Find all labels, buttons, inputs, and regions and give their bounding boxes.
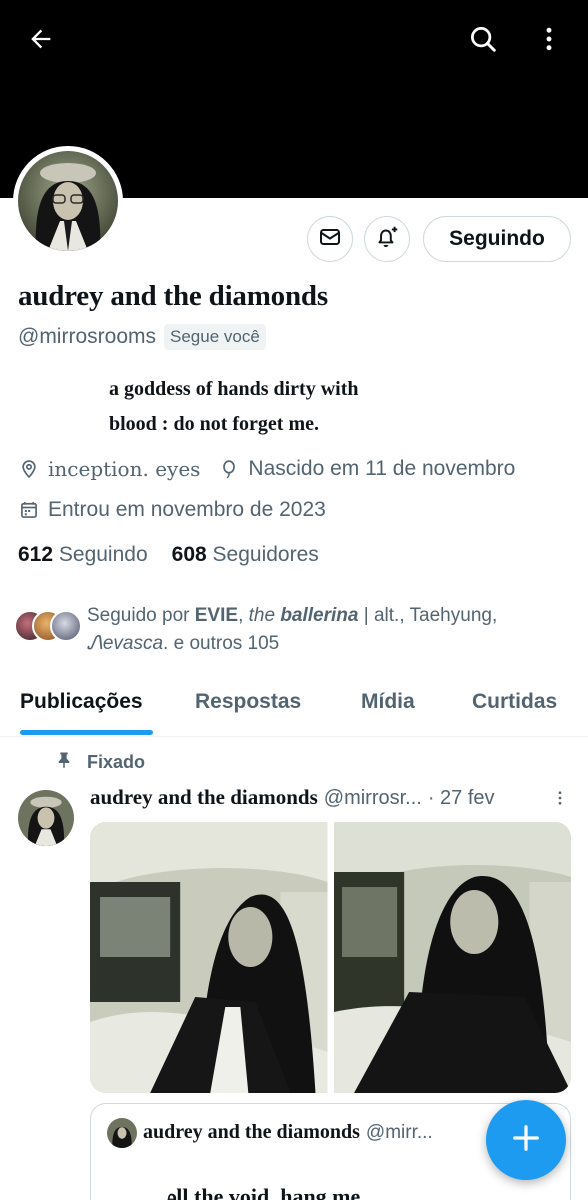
more-vertical-icon (535, 25, 563, 58)
display-name: audrey and the diamonds (18, 280, 328, 312)
profile-meta-row-2: Entrou em novembro de 2023 (18, 498, 326, 522)
followed-by-suffix: . e outros 105 (163, 633, 280, 654)
followers-label: Seguidores (212, 543, 319, 566)
post-author-handle[interactable]: @mirrosr... (324, 787, 422, 810)
profile-bio: a goddess ᴏf hands dirty with blood : do… (109, 378, 359, 435)
quoted-author-avatar (107, 1118, 137, 1148)
post-more-button[interactable] (548, 788, 572, 812)
post-author-avatar[interactable] (18, 790, 74, 846)
mail-icon (318, 225, 342, 254)
active-tab-indicator (20, 730, 153, 735)
user-handle: @mirrosrooms (18, 325, 156, 348)
search-icon (468, 24, 498, 59)
bell-plus-icon (374, 224, 400, 255)
more-vertical-icon (551, 789, 569, 812)
following-button[interactable]: Seguindo (423, 216, 571, 262)
quoted-author-handle: @mirr... (365, 1122, 433, 1143)
mutual-avatar (50, 610, 82, 642)
following-label: Seguindo (58, 543, 148, 566)
profile-avatar[interactable] (13, 146, 123, 256)
handle-row: @mirrosrooms Segue você (18, 324, 266, 350)
arrow-left-icon (27, 25, 55, 58)
tab-midia[interactable]: Mídia (361, 690, 415, 714)
mutual-name-part: | alt. (358, 605, 400, 626)
mutual-name: EVIE (194, 605, 239, 626)
avatar-image (18, 151, 118, 251)
profile-joined-date: Entrou em novembro de 2023 (48, 498, 326, 521)
pinned-indicator: Fixado (55, 750, 145, 775)
follows-you-badge: Segue você (164, 324, 266, 350)
profile-birthday: Nascido em 11 de novembro (248, 457, 516, 480)
pinned-label: Fixado (87, 752, 146, 772)
quoted-post-text: ꭿll the void, hang me (163, 1184, 361, 1200)
back-button[interactable] (19, 19, 63, 63)
search-button[interactable] (461, 19, 505, 63)
post-photo[interactable] (90, 822, 328, 1093)
followers-count: 608 (171, 543, 207, 566)
profile-meta-row-1: inceptіon. eyes Nascido em 11 de novembr… (18, 457, 515, 481)
followed-by-prefix: Seguido por (87, 605, 195, 626)
mutual-name-part: ballerina (280, 605, 359, 626)
tab-curtidas[interactable]: Curtidas (472, 690, 557, 714)
following-count: 612 (18, 543, 54, 566)
quoted-author-name: audrey and the diamonds (143, 1121, 360, 1143)
compose-post-button[interactable] (486, 1100, 566, 1180)
calendar-icon (18, 499, 40, 521)
tab-respostas[interactable]: Respostas (195, 690, 301, 714)
mutual-name: Ꮑevasca (87, 633, 164, 654)
mutual-name-part: the (248, 605, 281, 626)
mutual-name: Taehyung (409, 605, 492, 626)
separator: , (491, 605, 498, 626)
tab-publicacoes[interactable]: Publicações (20, 690, 143, 714)
post-media (90, 822, 571, 1093)
balloon-icon (218, 458, 240, 480)
profile-tabs: Publicações Respostas Mídia Curtidas (0, 680, 588, 737)
followed-by-text: Seguido por EVIE, the ballerina | alt., … (87, 602, 567, 658)
quoted-post-header: audrey and the diamonds @mirr... (143, 1121, 433, 1144)
post-photo[interactable] (333, 822, 571, 1093)
following-count-link[interactable]: 612 Seguindo (18, 543, 148, 567)
mutual-avatars (14, 610, 84, 644)
more-options-button[interactable] (527, 19, 571, 63)
post-author-name[interactable]: audrey and the diamonds (90, 785, 318, 810)
separator: , (238, 605, 249, 626)
profile-location: inceptіon. eyes (48, 457, 201, 481)
location-pin-icon (18, 458, 40, 480)
post-header: audrey and the diamonds @mirrosr... · 27… (90, 785, 580, 810)
follow-counts: 612 Seguindo 608 Seguidores (18, 543, 319, 567)
plus-icon (511, 1123, 541, 1158)
pin-icon (55, 750, 73, 775)
message-button[interactable] (307, 216, 353, 262)
separator: , (399, 605, 410, 626)
followers-count-link[interactable]: 608 Seguidores (172, 543, 319, 567)
notifications-button[interactable] (364, 216, 410, 262)
post-time[interactable]: · 27 fev (428, 787, 495, 810)
